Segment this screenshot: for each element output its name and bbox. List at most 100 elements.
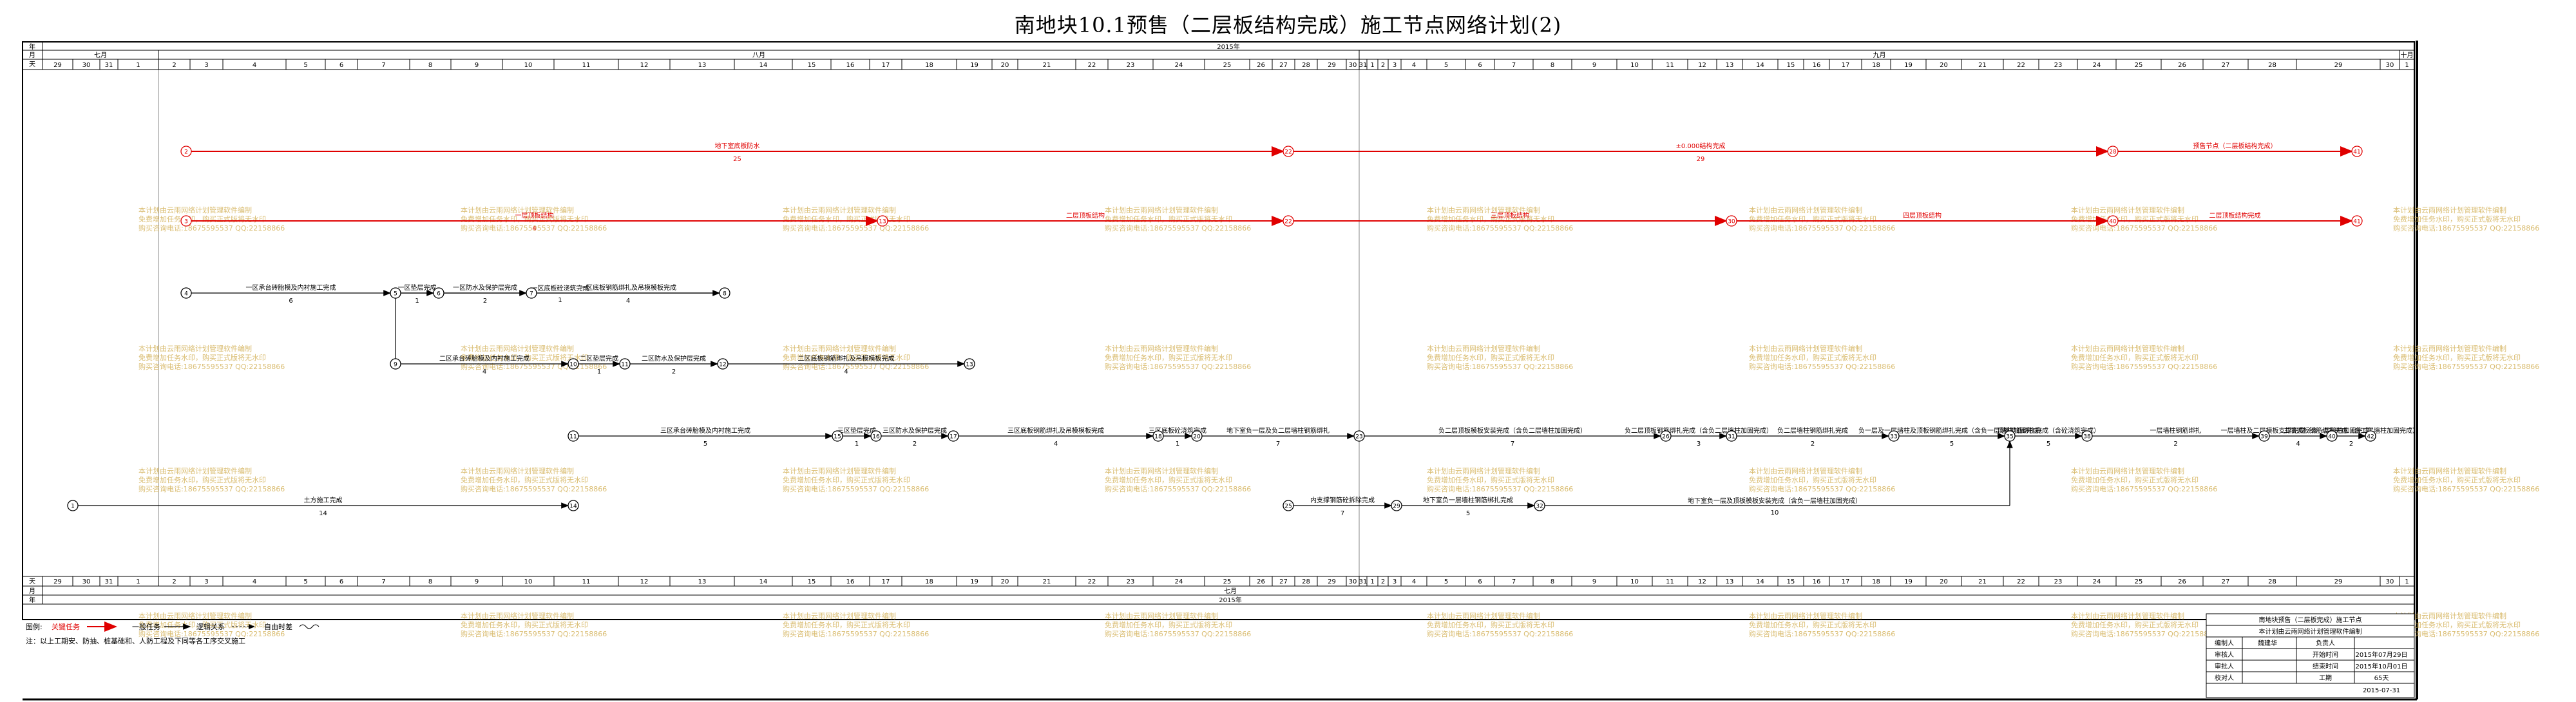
watermark-text: 购买咨询电话:18675595537 QQ:22158866 (783, 484, 929, 493)
day-tick-label: 3 (1393, 62, 1397, 69)
day-tick-label: 23 (2054, 62, 2063, 69)
day-tick-label: 5 (1444, 62, 1448, 69)
watermark-layer: 本计划由云雨网络计划管理软件编制免费增加任务水印，购买正式版将无水印购买咨询电话… (138, 205, 2539, 638)
activity-label: 三区承台砖胎模及内衬施工完成 (660, 426, 750, 435)
watermark-text: 免费增加任务水印，购买正式版将无水印 (1749, 620, 1876, 629)
footer-day-label: 2 (1381, 578, 1385, 585)
activity-arrows: 地下室底板防水25±0.000结构完成29预售节点（二层板结构完成）一层顶板结构… (78, 142, 2419, 517)
title-block-value: 2015年10月01日 (2356, 662, 2408, 670)
watermark-text: 购买咨询电话:18675595537 QQ:22158866 (138, 484, 285, 493)
footer-day-label: 28 (1302, 578, 1310, 585)
activity-duration: 4 (1054, 441, 1058, 448)
day-tick-label: 9 (475, 62, 479, 69)
activity-duration: 25 (733, 156, 741, 163)
footer-day-label: 1 (1370, 578, 1374, 585)
activity-label: 土方施工完成 (304, 496, 343, 504)
event-node-label: 13 (966, 362, 973, 368)
event-node-label: 4 (184, 291, 188, 298)
footer-day-label: 24 (2093, 578, 2101, 585)
footer-day-label: 30 (82, 578, 91, 585)
legend-label: 图例: (26, 622, 43, 631)
footer-day-label: 3 (204, 578, 208, 585)
title-block-date: 2015-07-31 (2363, 687, 2400, 694)
activity-label: 三层顶板结构 (1491, 211, 1529, 220)
watermark-text: 免费增加任务水印，购买正式版将无水印 (1427, 475, 1554, 484)
watermark-text: 本计划由云雨网络计划管理软件编制 (2071, 344, 2184, 353)
activity-label: 二层顶板钢筋绑扎完成（含二层墙柱加固完成） (2284, 426, 2419, 435)
watermark-text: 本计划由云雨网络计划管理软件编制 (138, 466, 252, 475)
footer-day-label: 27 (2222, 578, 2230, 585)
activity-duration: 14 (319, 510, 327, 517)
activity-duration: 2 (1811, 441, 1815, 448)
event-node-label: 22 (1284, 149, 1292, 156)
footer-day-label: 11 (1666, 578, 1674, 585)
watermark-text: 本计划由云雨网络计划管理软件编制 (2071, 466, 2184, 475)
watermark-text: 本计划由云雨网络计划管理软件编制 (2393, 344, 2506, 353)
footer-day-label: 30 (1349, 578, 1357, 585)
day-tick-label: 5 (303, 62, 307, 69)
footer-day-label: 12 (640, 578, 649, 585)
header-row-label: 月 (29, 52, 35, 59)
watermark-text: 免费增加任务水印，购买正式版将无水印 (1749, 475, 1876, 484)
watermark-text: 本计划由云雨网络计划管理软件编制 (138, 611, 252, 620)
watermark-text: 购买咨询电话:18675595537 QQ:22158866 (1749, 223, 1895, 232)
watermark-text: 免费增加任务水印，购买正式版将无水印 (1427, 620, 1554, 629)
footer-day-label: 10 (524, 578, 533, 585)
day-tick-label: 11 (1666, 62, 1674, 69)
day-tick-label: 30 (82, 62, 91, 69)
day-tick-label: 18 (1872, 62, 1880, 69)
legend-normal-label: 一般任务 (132, 623, 160, 631)
day-tick-label: 24 (1175, 62, 1183, 69)
footer-day-label: 14 (1756, 578, 1764, 585)
watermark-text: 本计划由云雨网络计划管理软件编制 (461, 344, 574, 353)
event-node-label: 10 (569, 362, 577, 368)
watermark-text: 免费增加任务水印，购买正式版将无水印 (1105, 214, 1232, 223)
footer-day-label: 29 (53, 578, 62, 585)
footer-row-label: 天 (29, 578, 35, 585)
watermark-text: 免费增加任务水印，购买正式版将无水印 (1105, 475, 1232, 484)
footer-day-label: 28 (2268, 578, 2276, 585)
day-tick-label: 30 (2386, 62, 2394, 69)
title-block-key: 审批人 (2215, 662, 2234, 670)
event-node-label: 38 (2083, 434, 2091, 441)
footer-day-label: 2 (172, 578, 176, 585)
day-tick-label: 15 (808, 62, 816, 69)
watermark-text: 免费增加任务水印，购买正式版将无水印 (2071, 214, 2199, 223)
footer-day-label: 13 (1726, 578, 1734, 585)
event-node-label: 20 (1193, 434, 1201, 441)
watermark-text: 免费增加任务水印，购买正式版将无水印 (461, 475, 588, 484)
day-tick-label: 4 (1412, 62, 1416, 69)
watermark-text: 购买咨询电话:18675595537 QQ:22158866 (2071, 484, 2217, 493)
footer-day-label: 27 (1279, 578, 1288, 585)
day-tick-label: 28 (2268, 62, 2276, 69)
day-tick-label: 21 (1043, 62, 1051, 69)
footer-day-label: 15 (1787, 578, 1795, 585)
day-tick-label: 6 (339, 62, 343, 69)
event-node-label: 26 (1662, 434, 1670, 441)
title-block-key: 审核人 (2215, 650, 2234, 659)
activity-label: 三区底板钢筋绑扎及吊模模板完成 (1007, 426, 1104, 435)
activity-label: 二区垫层完成 (580, 354, 618, 363)
timeline-header: 年月天2015年29 30 31 1 2 3 4 5 6 7 8 9 10 11 12 13 14 15 16 17 1… (23, 41, 2414, 70)
activity-duration: 10 (1771, 509, 1779, 517)
watermark-text: 购买咨询电话:18675595537 QQ:22158866 (783, 362, 929, 371)
event-node-label: 32 (1536, 504, 1543, 510)
timeline-footer: 天月年29 30 31 1 2 3 4 5 6 7 8 9 10 11 12 13 14 15 16 17 18 19 20… (23, 576, 2414, 605)
activity-duration: 3 (1697, 441, 1701, 448)
watermark-text: 购买咨询电话:18675595537 QQ:22158866 (1427, 484, 1573, 493)
footer-day-label: 31 (105, 578, 113, 585)
event-node-label: 41 (2353, 149, 2360, 156)
activity-duration: 1 (415, 298, 419, 305)
watermark-text: 购买咨询电话:18675595537 QQ:22158866 (2393, 362, 2539, 371)
activity-duration: 4 (844, 368, 848, 375)
activity-label: 一层顶板结构 (515, 211, 554, 220)
month-label: 八月 (752, 52, 765, 59)
watermark-text: 免费增加任务水印，购买正式版将无水印 (1749, 353, 1876, 362)
watermark-text: 免费增加任务水印，购买正式版将无水印 (138, 475, 266, 484)
watermark-text: 本计划由云雨网络计划管理软件编制 (461, 466, 574, 475)
title-block: 南地块预售（二层板完成）施工节点本计划由云雨网络计划管理软件编制编制人 魏建华 负责… (2206, 613, 2415, 698)
watermark-text: 购买咨询电话:18675595537 QQ:22158866 (783, 629, 929, 638)
activity-label: 二层顶板结构完成 (2209, 211, 2261, 220)
day-tick-label: 27 (1279, 62, 1288, 69)
footer-day-label: 21 (1043, 578, 1051, 585)
